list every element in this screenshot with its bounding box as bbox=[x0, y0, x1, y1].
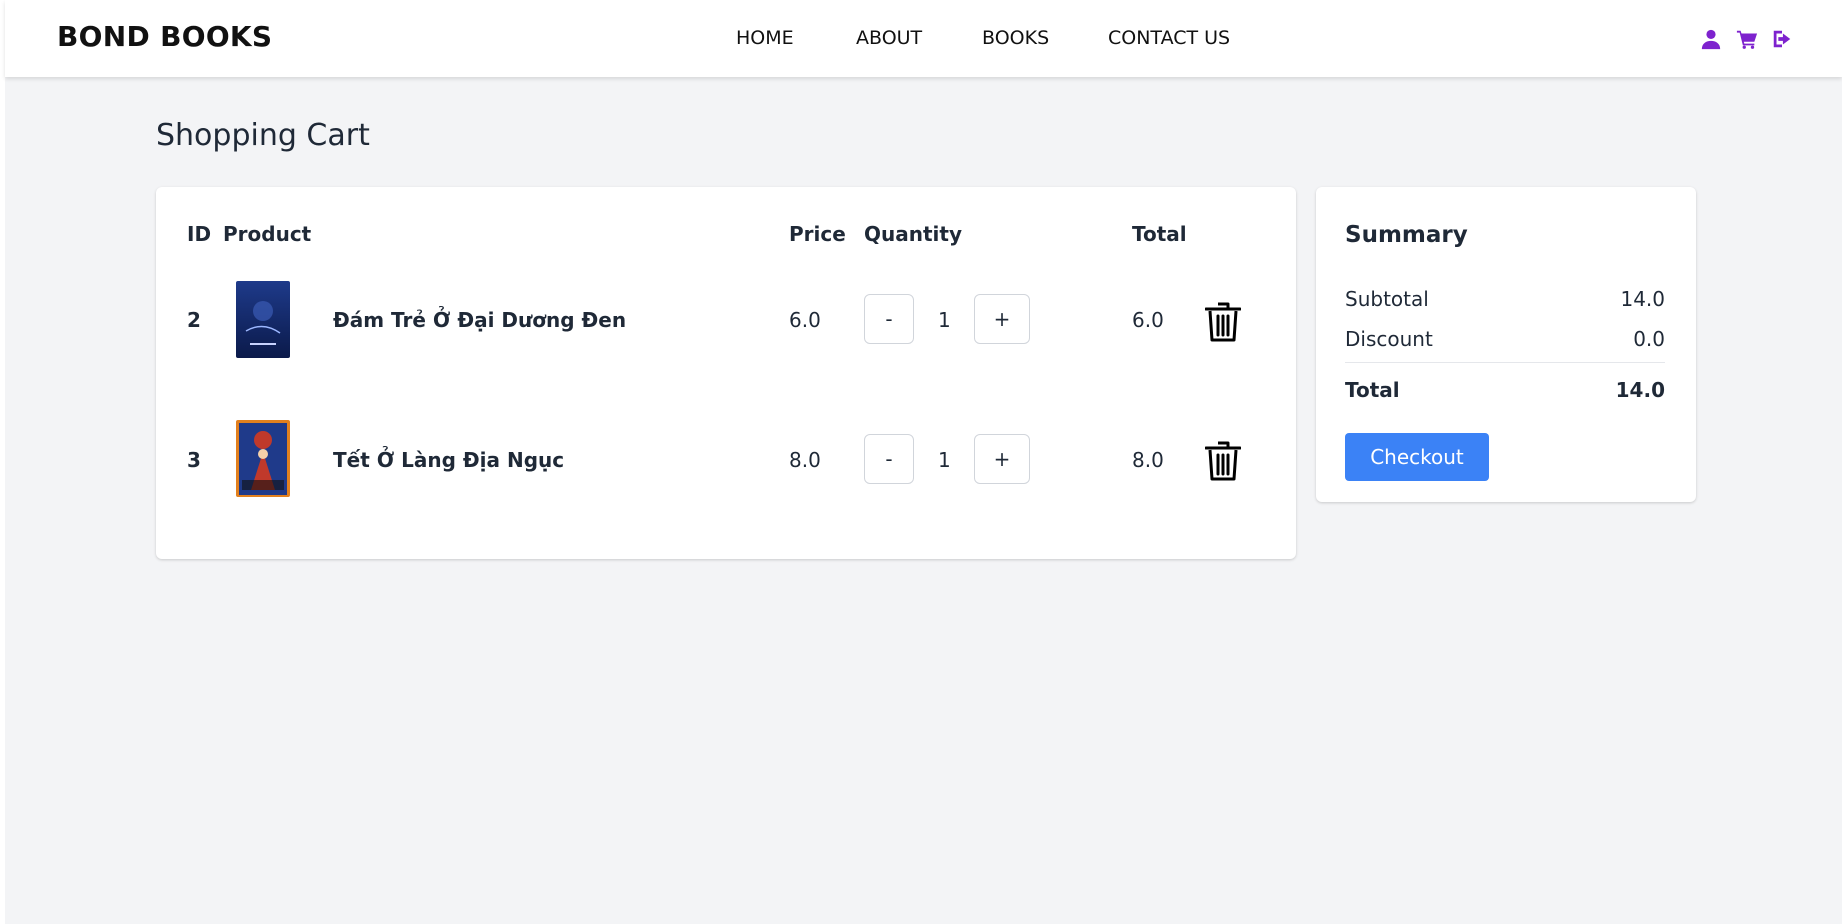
decrease-quantity-button[interactable]: - bbox=[864, 434, 914, 484]
quantity-value: 1 bbox=[938, 448, 951, 472]
book-cover-image[interactable] bbox=[236, 281, 290, 358]
summary-divider bbox=[1345, 362, 1665, 363]
decrease-quantity-button[interactable]: - bbox=[864, 294, 914, 344]
increase-quantity-button[interactable]: + bbox=[974, 434, 1030, 484]
row-id: 3 bbox=[187, 448, 201, 472]
top-navbar: BOND BOOKS HOME ABOUT BOOKS CONTACT US bbox=[5, 0, 1842, 77]
product-name[interactable]: Đám Trẻ Ở Đại Dương Đen bbox=[333, 308, 626, 332]
cart-icon[interactable] bbox=[1736, 28, 1758, 50]
total-value: 14.0 bbox=[1615, 378, 1665, 402]
nav-contact-link[interactable]: CONTACT US bbox=[1108, 27, 1230, 49]
increase-quantity-button[interactable]: + bbox=[974, 294, 1030, 344]
discount-label: Discount bbox=[1345, 327, 1433, 351]
trash-icon[interactable] bbox=[1204, 440, 1242, 482]
row-id: 2 bbox=[187, 308, 201, 332]
header-price: Price bbox=[789, 222, 846, 246]
product-price: 8.0 bbox=[789, 448, 821, 472]
product-name[interactable]: Tết Ở Làng Địa Ngục bbox=[333, 448, 564, 472]
product-price: 6.0 bbox=[789, 308, 821, 332]
book-cover-image[interactable] bbox=[236, 420, 290, 497]
user-icon[interactable] bbox=[1700, 28, 1722, 50]
nav-about-link[interactable]: ABOUT bbox=[856, 27, 922, 49]
total-label: Total bbox=[1345, 378, 1400, 402]
quantity-value: 1 bbox=[938, 308, 951, 332]
header-quantity: Quantity bbox=[864, 222, 962, 246]
left-edge bbox=[0, 0, 5, 924]
checkout-button[interactable]: Checkout bbox=[1345, 433, 1489, 481]
trash-icon[interactable] bbox=[1204, 301, 1242, 343]
logout-icon[interactable] bbox=[1771, 28, 1793, 50]
row-total: 6.0 bbox=[1132, 308, 1164, 332]
header-total: Total bbox=[1132, 222, 1187, 246]
nav-home-link[interactable]: HOME bbox=[736, 27, 794, 49]
summary-title: Summary bbox=[1345, 222, 1468, 248]
header-id: ID bbox=[187, 222, 212, 246]
subtotal-label: Subtotal bbox=[1345, 287, 1429, 311]
brand-logo[interactable]: BOND BOOKS bbox=[57, 20, 272, 53]
page-title: Shopping Cart bbox=[156, 118, 370, 153]
subtotal-value: 14.0 bbox=[1620, 287, 1665, 311]
cart-card bbox=[156, 187, 1296, 559]
header-product: Product bbox=[223, 222, 312, 246]
row-total: 8.0 bbox=[1132, 448, 1164, 472]
nav-books-link[interactable]: BOOKS bbox=[982, 27, 1049, 49]
discount-value: 0.0 bbox=[1633, 327, 1665, 351]
